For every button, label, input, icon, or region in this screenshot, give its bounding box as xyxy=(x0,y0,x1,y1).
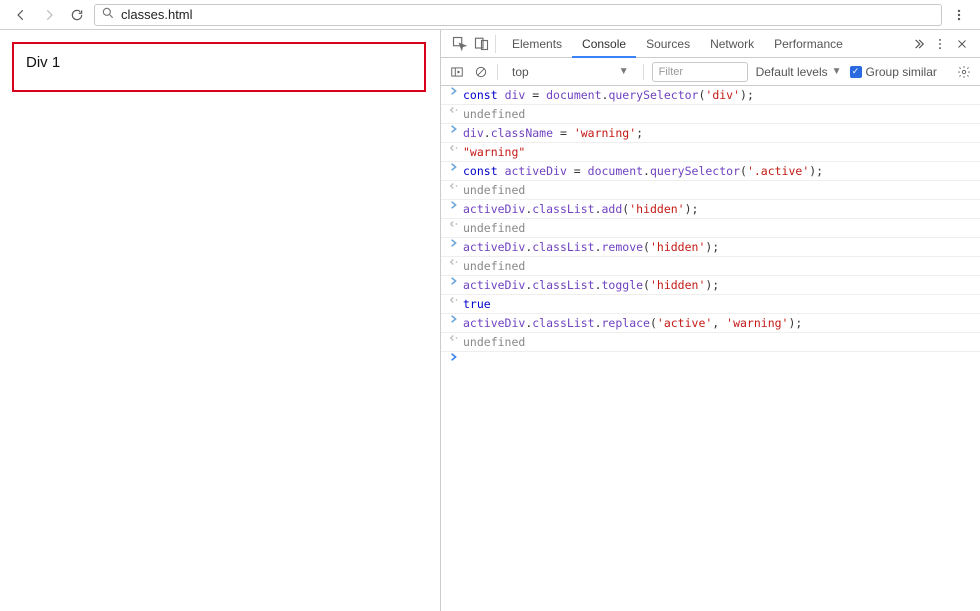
back-button[interactable] xyxy=(10,4,32,26)
prompt-arrow-icon xyxy=(447,238,461,248)
log-levels-select[interactable]: Default levels ▼ xyxy=(756,65,842,79)
output-arrow-icon xyxy=(447,105,461,115)
device-toggle-icon[interactable] xyxy=(473,36,489,52)
devtools-tabs: Elements Console Sources Network Performance xyxy=(502,30,904,57)
console-output-row: undefined xyxy=(441,333,980,352)
div-1-box: Div 1 xyxy=(12,42,426,92)
clear-console-icon[interactable] xyxy=(473,64,489,80)
console-line-content: undefined xyxy=(461,333,525,351)
output-arrow-icon xyxy=(447,333,461,343)
console-line-content: undefined xyxy=(461,219,525,237)
console-output-row: undefined xyxy=(441,181,980,200)
log-levels-label: Default levels xyxy=(756,65,828,79)
tab-console[interactable]: Console xyxy=(572,30,636,57)
reload-button[interactable] xyxy=(66,4,88,26)
console-input-row: activeDiv.classList.remove('hidden'); xyxy=(441,238,980,257)
prompt-arrow-icon xyxy=(447,276,461,286)
prompt-arrow-icon xyxy=(447,124,461,134)
console-sidebar-toggle-icon[interactable] xyxy=(449,64,465,80)
output-arrow-icon xyxy=(447,181,461,191)
output-arrow-icon xyxy=(447,257,461,267)
console-output-row: undefined xyxy=(441,105,980,124)
prompt-arrow-icon xyxy=(447,352,461,362)
console-output-row: true xyxy=(441,295,980,314)
console-input-row: div.className = 'warning'; xyxy=(441,124,980,143)
devtools-close-icon[interactable] xyxy=(954,36,970,52)
tab-elements[interactable]: Elements xyxy=(502,30,572,57)
chevron-down-icon: ▼ xyxy=(619,66,629,77)
devtools-tabstrip: Elements Console Sources Network Performance xyxy=(441,30,980,58)
tab-label: Console xyxy=(582,37,626,51)
forward-button[interactable] xyxy=(38,4,60,26)
tab-label: Network xyxy=(710,37,754,51)
console-output-row: undefined xyxy=(441,257,980,276)
prompt-arrow-icon xyxy=(447,86,461,96)
inspect-icon[interactable] xyxy=(451,36,467,52)
browser-menu-button[interactable] xyxy=(948,4,970,26)
div-1-label: Div 1 xyxy=(26,54,60,71)
console-toolbar: top ▼ Filter Default levels ▼ ✓ Group si… xyxy=(441,58,980,86)
console-input-row: activeDiv.classList.replace('active', 'w… xyxy=(441,314,980,333)
filter-placeholder: Filter xyxy=(659,66,683,78)
prompt-arrow-icon xyxy=(447,314,461,324)
group-similar-toggle[interactable]: ✓ Group similar xyxy=(850,65,937,79)
console-line-content: undefined xyxy=(461,105,525,123)
console-line-content: activeDiv.classList.replace('active', 'w… xyxy=(461,314,802,332)
tab-network[interactable]: Network xyxy=(700,30,764,57)
console-prompt-row xyxy=(441,352,980,362)
address-bar[interactable]: classes.html xyxy=(94,4,942,26)
more-tabs-icon[interactable] xyxy=(910,36,926,52)
console-settings-icon[interactable] xyxy=(956,64,972,80)
console-input-row: activeDiv.classList.toggle('hidden'); xyxy=(441,276,980,295)
tab-performance[interactable]: Performance xyxy=(764,30,853,57)
browser-toolbar: classes.html xyxy=(0,0,980,30)
group-similar-label: Group similar xyxy=(866,65,937,79)
console-line-content: div.className = 'warning'; xyxy=(461,124,643,142)
chevron-down-icon: ▼ xyxy=(832,66,842,77)
prompt-arrow-icon xyxy=(447,200,461,210)
output-arrow-icon xyxy=(447,219,461,229)
tab-label: Sources xyxy=(646,37,690,51)
output-arrow-icon xyxy=(447,143,461,153)
page-viewport: Div 1 xyxy=(0,30,440,611)
search-icon xyxy=(101,6,115,23)
tab-label: Elements xyxy=(512,37,562,51)
console-line-content: undefined xyxy=(461,181,525,199)
console-input-row: const div = document.querySelector('div'… xyxy=(441,86,980,105)
devtools-menu-icon[interactable] xyxy=(932,36,948,52)
context-select[interactable]: top ▼ xyxy=(506,62,635,82)
output-arrow-icon xyxy=(447,295,461,305)
console-line-content: true xyxy=(461,295,491,313)
console-line-content: activeDiv.classList.toggle('hidden'); xyxy=(461,276,719,294)
tab-sources[interactable]: Sources xyxy=(636,30,700,57)
context-select-label: top xyxy=(512,65,529,79)
checkbox-checked-icon: ✓ xyxy=(850,66,862,78)
console-line-content: activeDiv.classList.add('hidden'); xyxy=(461,200,698,218)
console-input-row: activeDiv.classList.add('hidden'); xyxy=(441,200,980,219)
devtools-panel: Elements Console Sources Network Performance xyxy=(440,30,980,611)
console-output-row: "warning" xyxy=(441,143,980,162)
console-line-content: activeDiv.classList.remove('hidden'); xyxy=(461,238,719,256)
console-line-content: const activeDiv = document.querySelector… xyxy=(461,162,823,180)
console-output-row: undefined xyxy=(441,219,980,238)
prompt-arrow-icon xyxy=(447,162,461,172)
tab-label: Performance xyxy=(774,37,843,51)
console-line-content: const div = document.querySelector('div'… xyxy=(461,86,754,104)
filter-input[interactable]: Filter xyxy=(652,62,748,82)
address-url: classes.html xyxy=(121,7,193,22)
console-input-row: const activeDiv = document.querySelector… xyxy=(441,162,980,181)
console-line-content: undefined xyxy=(461,257,525,275)
console-line-content: "warning" xyxy=(461,143,525,161)
console-output[interactable]: const div = document.querySelector('div'… xyxy=(441,86,980,362)
